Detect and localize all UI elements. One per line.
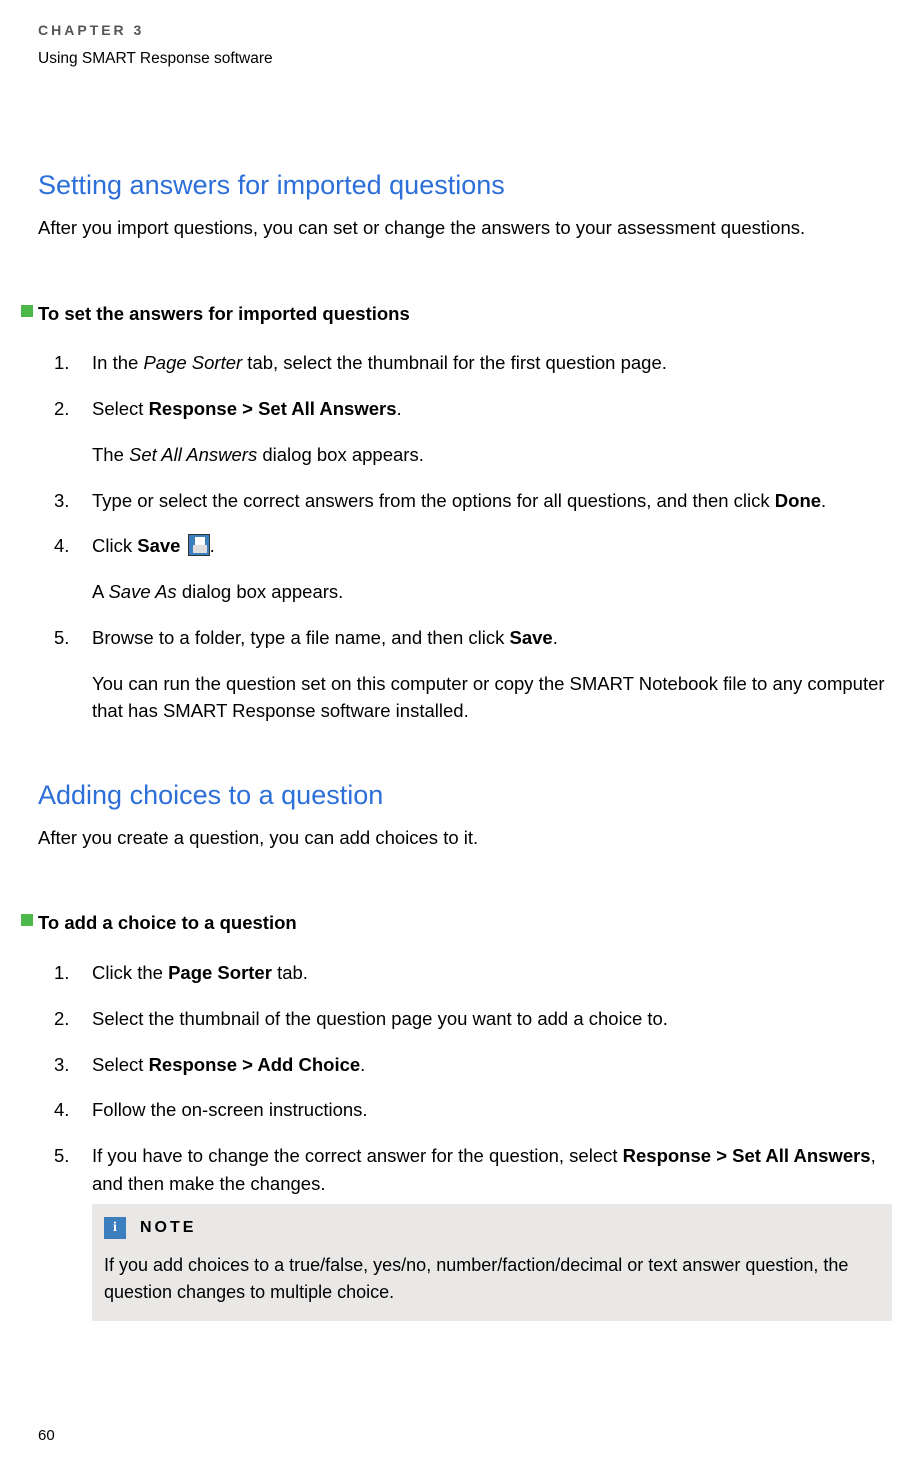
- save-icon: [188, 534, 210, 556]
- step-bold: Response > Set All Answers: [623, 1145, 871, 1166]
- step-text: A: [92, 581, 108, 602]
- step-number: 5.: [54, 624, 69, 652]
- step-em: Set All Answers: [129, 444, 257, 465]
- list-item: 1. In the Page Sorter tab, select the th…: [92, 349, 902, 377]
- section-heading-adding-choices: Adding choices to a question: [38, 775, 902, 816]
- step-number: 2.: [54, 1005, 69, 1033]
- info-icon: i: [104, 1217, 126, 1239]
- step-number: 1.: [54, 349, 69, 377]
- step-number: 4.: [54, 1096, 69, 1124]
- step-bold: Save: [137, 535, 180, 556]
- step-text: Select the thumbnail of the question pag…: [92, 1008, 668, 1029]
- section-intro: After you create a question, you can add…: [38, 824, 902, 852]
- step-bold: Save: [510, 627, 553, 648]
- list-item: 4. Click Save . A Save As dialog box app…: [92, 532, 902, 606]
- step-text: .: [397, 398, 402, 419]
- step-text: tab.: [272, 962, 308, 983]
- procedure-list: 1. Click the Page Sorter tab. 2. Select …: [38, 959, 902, 1321]
- procedure-heading-text: To set the answers for imported question…: [38, 303, 410, 324]
- page-number: 60: [38, 1425, 55, 1448]
- step-em: Save As: [108, 581, 176, 602]
- section-intro: After you import questions, you can set …: [38, 214, 902, 242]
- procedure-heading: To set the answers for imported question…: [38, 300, 902, 328]
- list-item: 2. Select Response > Set All Answers. Th…: [92, 395, 902, 469]
- step-text: Click the: [92, 962, 168, 983]
- step-text: tab, select the thumbnail for the first …: [242, 352, 667, 373]
- list-item: 4. Follow the on-screen instructions.: [92, 1096, 902, 1124]
- step-number: 4.: [54, 532, 69, 560]
- note-text: If you add choices to a true/false, yes/…: [104, 1252, 880, 1308]
- procedure-marker-icon: [21, 305, 33, 317]
- step-text: dialog box appears.: [177, 581, 344, 602]
- procedure-heading: To add a choice to a question: [38, 909, 902, 937]
- step-text: Follow the on-screen instructions.: [92, 1099, 368, 1120]
- list-item: 3. Type or select the correct answers fr…: [92, 487, 902, 515]
- section-heading-setting-answers: Setting answers for imported questions: [38, 165, 902, 206]
- step-text: In the: [92, 352, 143, 373]
- note-header: i NOTE: [104, 1216, 880, 1240]
- procedure-list: 1. In the Page Sorter tab, select the th…: [38, 349, 902, 725]
- step-text: Type or select the correct answers from …: [92, 490, 775, 511]
- step-extra: You can run the question set on this com…: [92, 670, 892, 726]
- step-text: .: [821, 490, 826, 511]
- step-number: 2.: [54, 395, 69, 423]
- step-text: Select: [92, 1054, 149, 1075]
- step-text: The: [92, 444, 129, 465]
- list-item: 5. Browse to a folder, type a file name,…: [92, 624, 902, 725]
- note-label: NOTE: [140, 1216, 196, 1240]
- list-item: 2. Select the thumbnail of the question …: [92, 1005, 902, 1033]
- step-number: 3.: [54, 487, 69, 515]
- step-extra: The Set All Answers dialog box appears.: [92, 441, 892, 469]
- step-text: .: [210, 535, 215, 556]
- step-bold: Done: [775, 490, 821, 511]
- step-text: Browse to a folder, type a file name, an…: [92, 627, 510, 648]
- step-text: .: [360, 1054, 365, 1075]
- procedure-marker-icon: [21, 914, 33, 926]
- step-text: Select: [92, 398, 149, 419]
- chapter-subtitle: Using SMART Response software: [38, 47, 902, 70]
- list-item: 5. If you have to change the correct ans…: [92, 1142, 902, 1321]
- step-text: .: [553, 627, 558, 648]
- list-item: 3. Select Response > Add Choice.: [92, 1051, 902, 1079]
- note-box: i NOTE If you add choices to a true/fals…: [92, 1204, 892, 1322]
- step-text: Click: [92, 535, 137, 556]
- step-number: 5.: [54, 1142, 69, 1170]
- chapter-label: CHAPTER 3: [38, 20, 902, 41]
- step-bold: Response > Add Choice: [149, 1054, 361, 1075]
- step-text: dialog box appears.: [257, 444, 424, 465]
- step-text: If you have to change the correct answer…: [92, 1145, 623, 1166]
- step-number: 3.: [54, 1051, 69, 1079]
- step-bold: Page Sorter: [168, 962, 272, 983]
- procedure-heading-text: To add a choice to a question: [38, 912, 297, 933]
- step-extra: A Save As dialog box appears.: [92, 578, 892, 606]
- step-em: Page Sorter: [143, 352, 242, 373]
- list-item: 1. Click the Page Sorter tab.: [92, 959, 902, 987]
- step-bold: Response > Set All Answers: [149, 398, 397, 419]
- step-number: 1.: [54, 959, 69, 987]
